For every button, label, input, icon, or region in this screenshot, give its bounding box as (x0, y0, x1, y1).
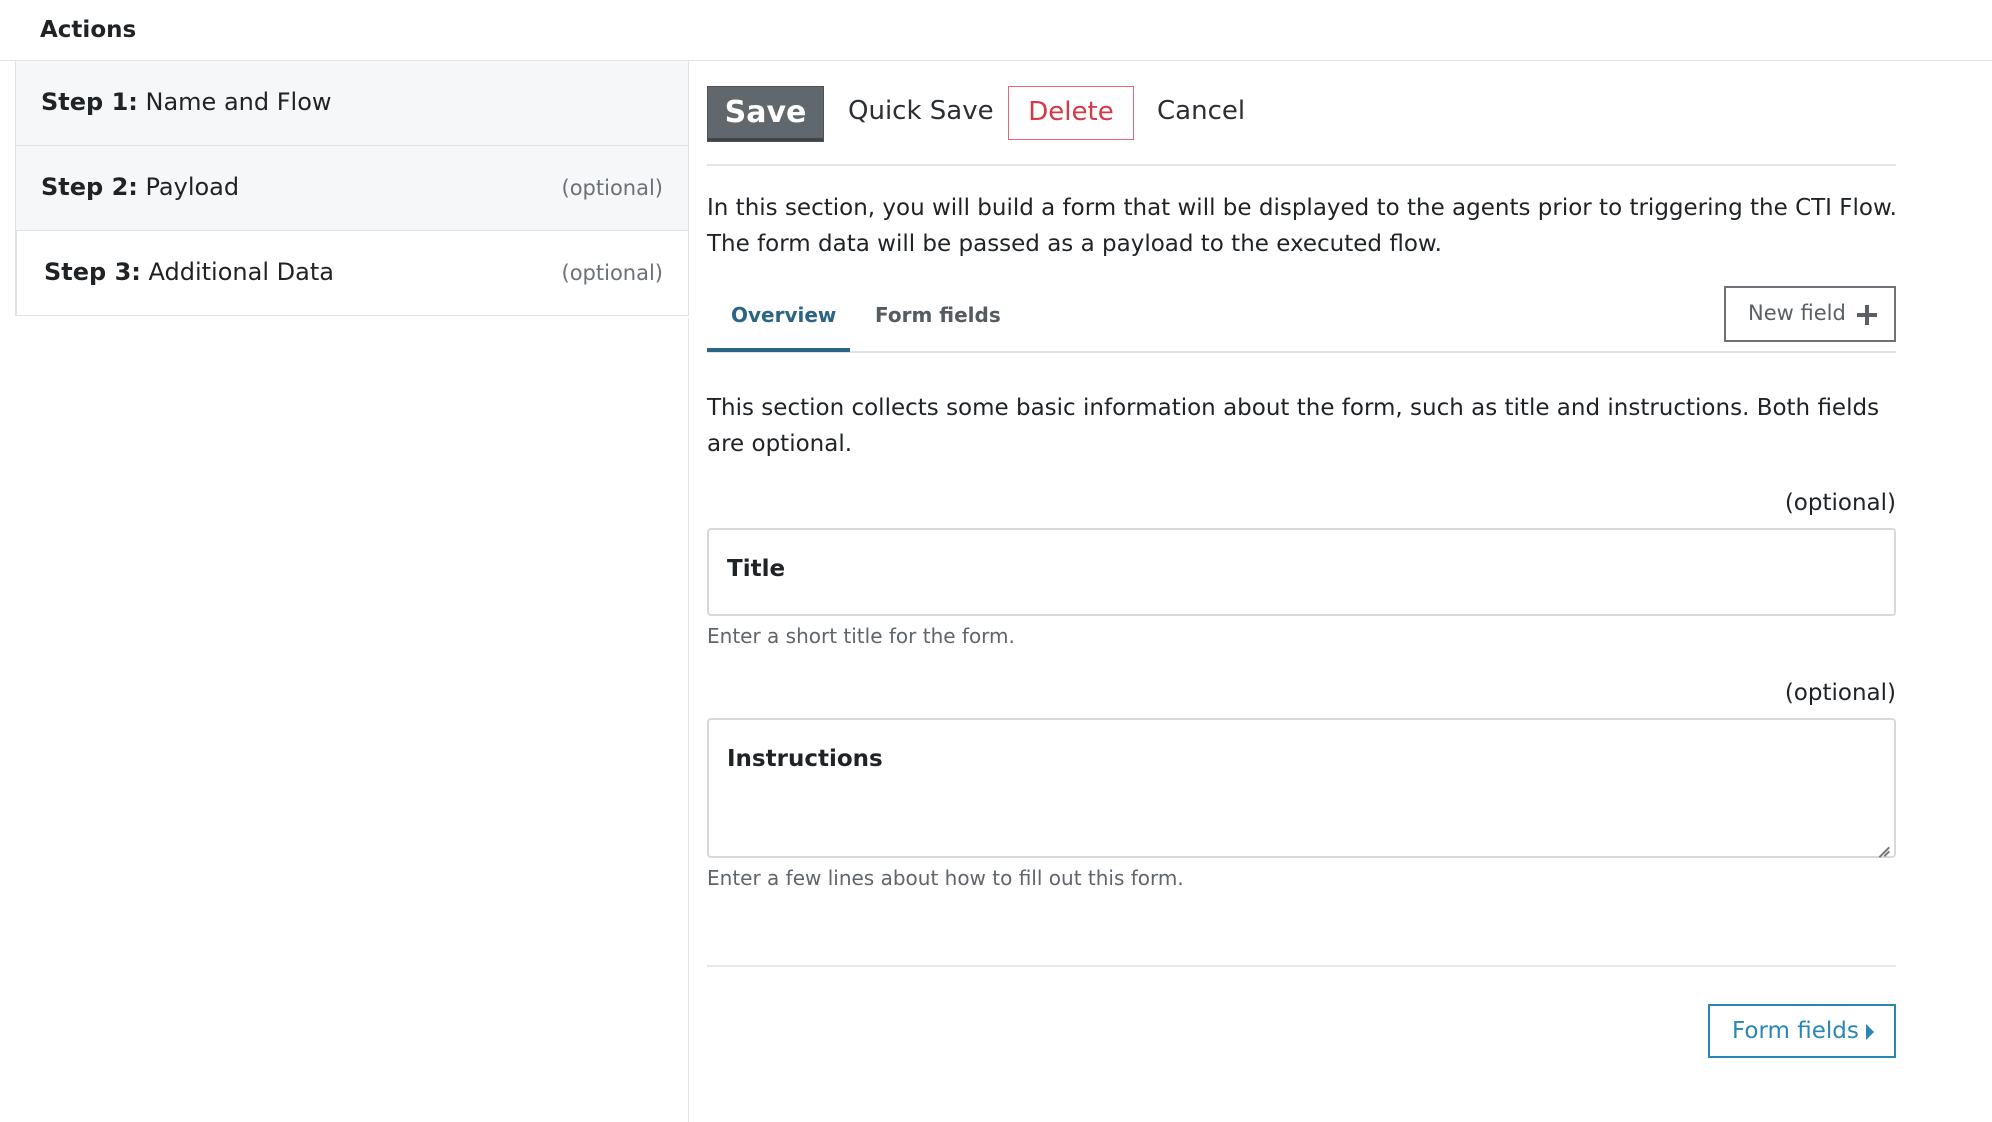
active-tab-indicator (707, 348, 850, 352)
steps-nav: Step 1: Name and Flow Step 2: Payload (o… (15, 61, 689, 316)
instructions-optional-label: (optional) (1784, 680, 1896, 706)
save-button[interactable]: Save (707, 86, 824, 142)
quick-save-button[interactable]: Quick Save (848, 96, 994, 126)
page-title: Actions (40, 17, 137, 43)
new-field-button[interactable]: New field (1724, 286, 1896, 342)
step-2-payload[interactable]: Step 2: Payload (optional) (15, 146, 689, 231)
caret-right-icon (1866, 1024, 1874, 1040)
actions-header: Actions (0, 0, 1992, 61)
step-3-additional-data[interactable]: Step 3: Additional Data (optional) (15, 231, 689, 316)
next-form-fields-button[interactable]: Form fields (1708, 1004, 1896, 1058)
sidebar-divider (688, 318, 689, 1122)
next-button-label: Form fields (1732, 1018, 1859, 1044)
footer-divider (707, 965, 1896, 967)
step-number: Step 2: (41, 173, 138, 201)
instructions-field-label: Instructions (727, 746, 883, 772)
title-input[interactable]: Title (707, 528, 1896, 616)
step-optional-tag: (optional) (561, 176, 664, 200)
step-label: Additional Data (148, 258, 334, 286)
overview-description: This section collects some basic informa… (707, 395, 1880, 457)
resize-handle-icon[interactable] (1877, 839, 1891, 853)
title-field-label: Title (727, 556, 786, 582)
step-1-name-and-flow[interactable]: Step 1: Name and Flow (15, 61, 689, 146)
step-number: Step 3: (44, 258, 141, 286)
title-help-text: Enter a short title for the form. (707, 624, 1015, 648)
step-label: Name and Flow (145, 88, 332, 116)
instructions-help-text: Enter a few lines about how to fill out … (707, 866, 1184, 890)
tab-overview[interactable]: Overview (731, 303, 836, 327)
toolbar-divider (707, 164, 1896, 166)
new-field-label: New field (1748, 301, 1846, 325)
step-number: Step 1: (41, 88, 138, 116)
plus-icon (1857, 305, 1877, 325)
delete-button[interactable]: Delete (1008, 86, 1134, 140)
step-label: Payload (145, 173, 240, 201)
cancel-button[interactable]: Cancel (1157, 96, 1245, 126)
section-intro: In this section, you will build a form t… (707, 195, 1897, 257)
title-optional-label: (optional) (1784, 490, 1896, 516)
instructions-textarea[interactable]: Instructions (707, 718, 1896, 858)
tabs-divider (707, 351, 1896, 353)
step-optional-tag: (optional) (561, 261, 664, 285)
tab-form-fields[interactable]: Form fields (875, 303, 1001, 327)
